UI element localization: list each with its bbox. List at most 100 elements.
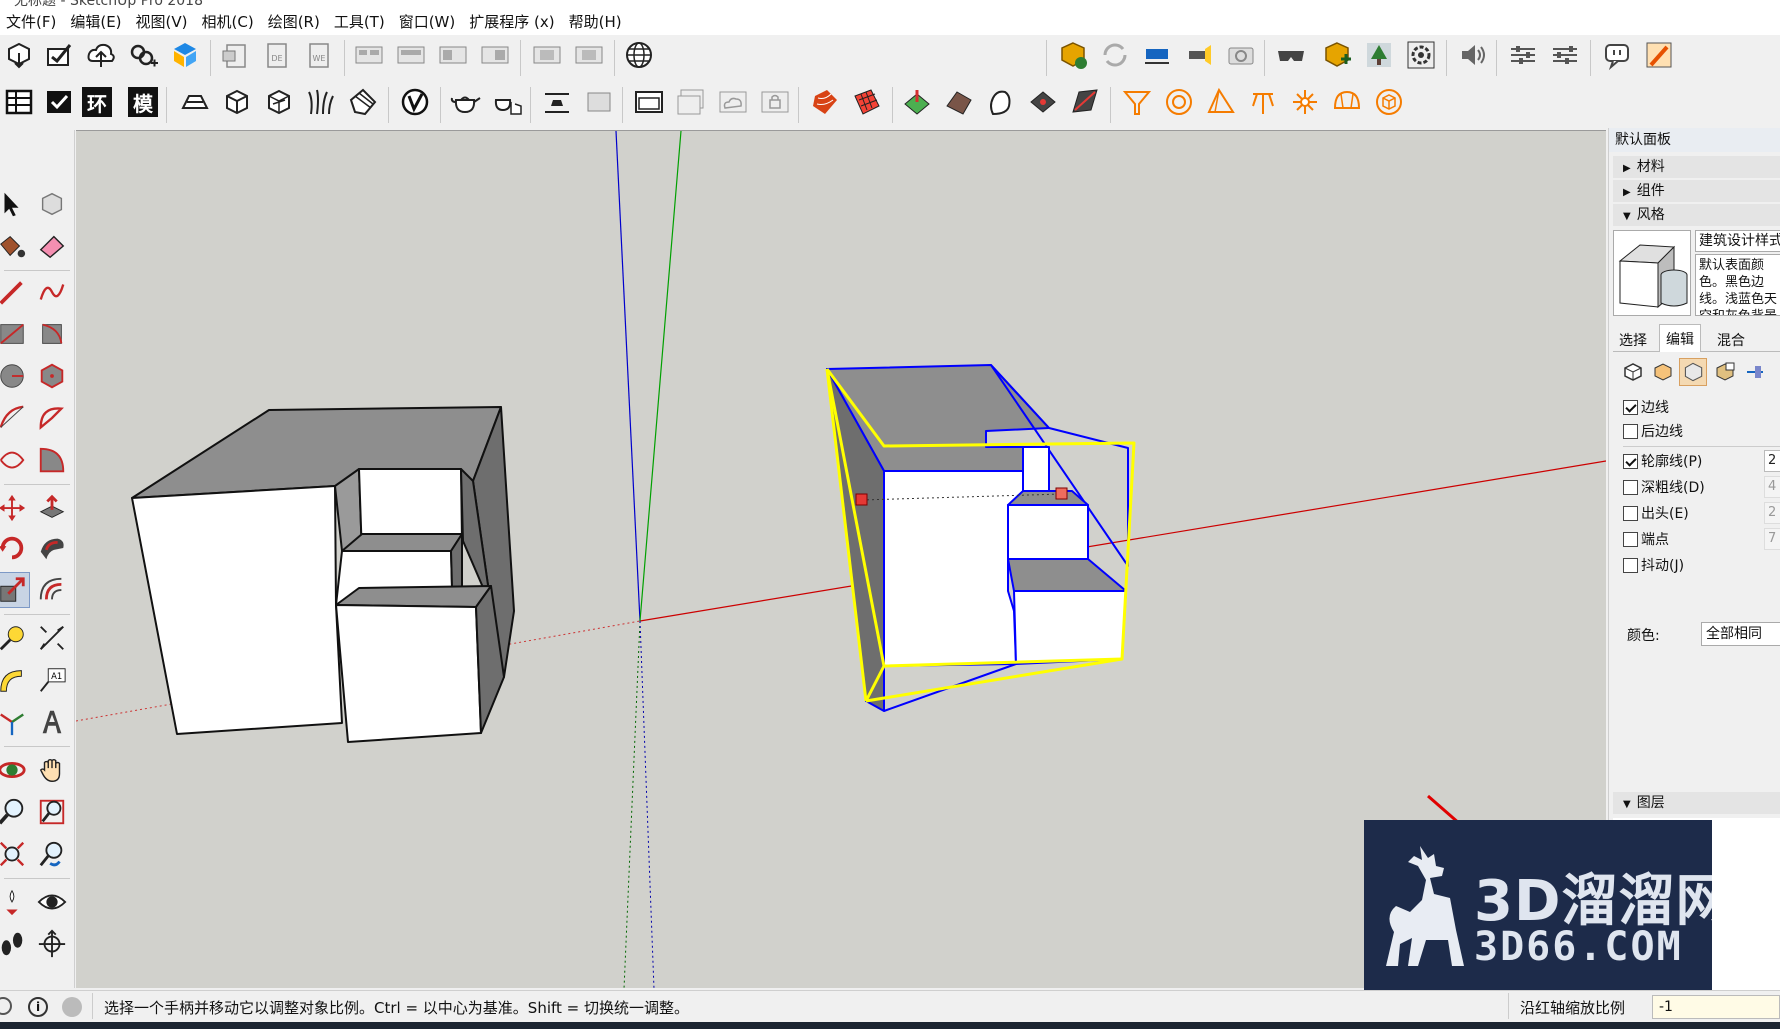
transfer-icon[interactable] bbox=[1138, 36, 1176, 74]
endpoints-checkbox[interactable] bbox=[1623, 531, 1638, 547]
vr-glasses-icon[interactable] bbox=[1272, 36, 1310, 74]
vray-logo-icon[interactable] bbox=[396, 83, 434, 121]
grass-icon[interactable] bbox=[302, 83, 340, 121]
mesh-icon[interactable] bbox=[940, 83, 978, 121]
camera-icon[interactable] bbox=[1222, 36, 1260, 74]
jitter-checkbox[interactable] bbox=[1623, 557, 1638, 573]
profiles-width-input[interactable]: 2 bbox=[1764, 450, 1780, 472]
render-table-icon[interactable] bbox=[538, 83, 576, 121]
extension-checkbox-row[interactable]: 出头(E) bbox=[1623, 502, 1689, 524]
sphere-light-icon[interactable] bbox=[1160, 83, 1198, 121]
fur-icon[interactable] bbox=[1024, 83, 1062, 121]
model-button[interactable]: 模 bbox=[128, 87, 158, 117]
extension-input[interactable]: 2 bbox=[1764, 502, 1780, 524]
right-block-model-selected[interactable] bbox=[825, 364, 1136, 712]
make-component-icon[interactable] bbox=[34, 186, 70, 222]
component-plus-icon[interactable] bbox=[1318, 36, 1356, 74]
edge-color-select[interactable]: 全部相同 bbox=[1701, 622, 1780, 646]
tree-icon[interactable] bbox=[1360, 36, 1398, 74]
select-arrow-icon[interactable] bbox=[0, 186, 30, 222]
spot-light-icon[interactable] bbox=[1118, 83, 1156, 121]
menu-file[interactable]: 文件(F) bbox=[0, 9, 64, 35]
teapot-hand-icon[interactable] bbox=[488, 83, 526, 121]
edges-checkbox-row[interactable]: 边线 bbox=[1623, 396, 1669, 418]
pan-hand-icon[interactable] bbox=[34, 752, 70, 788]
3d-text-icon[interactable] bbox=[34, 704, 70, 740]
profiles-checkbox[interactable] bbox=[1623, 453, 1638, 469]
position-camera-icon[interactable] bbox=[0, 884, 30, 920]
two-point-arc-icon[interactable] bbox=[34, 400, 70, 436]
menu-help[interactable]: 帮助(H) bbox=[563, 9, 630, 35]
flashlight-icon[interactable] bbox=[1180, 36, 1218, 74]
table-icon[interactable] bbox=[0, 83, 38, 121]
dome-light-icon[interactable] bbox=[1328, 83, 1366, 121]
sketchup-logo-icon[interactable] bbox=[1640, 36, 1678, 74]
box-icon[interactable] bbox=[218, 83, 256, 121]
layout-icon-4[interactable] bbox=[476, 36, 514, 74]
back-edges-checkbox[interactable] bbox=[1623, 423, 1638, 439]
menu-edit[interactable]: 编辑(E) bbox=[64, 9, 129, 35]
layout-icon-3[interactable] bbox=[434, 36, 472, 74]
lock-icon[interactable] bbox=[756, 83, 794, 121]
profiles-checkbox-row[interactable]: 轮廓线(P) bbox=[1623, 450, 1702, 472]
tab-mix[interactable]: 混合 bbox=[1717, 330, 1745, 350]
tab-edit[interactable]: 编辑 bbox=[1659, 324, 1701, 352]
zoom-icon[interactable] bbox=[0, 794, 30, 830]
check-validity-icon[interactable] bbox=[40, 36, 78, 74]
geo-status-icon[interactable] bbox=[0, 997, 12, 1015]
frame-copy-icon[interactable] bbox=[672, 83, 710, 121]
endpoints-input[interactable]: 7 bbox=[1764, 528, 1780, 550]
sliders-icon-1[interactable] bbox=[1504, 36, 1542, 74]
menu-tools[interactable]: 工具(T) bbox=[328, 9, 393, 35]
geo-location-icon[interactable] bbox=[620, 36, 658, 74]
proxy-icon[interactable] bbox=[982, 83, 1020, 121]
move-icon[interactable] bbox=[0, 490, 30, 526]
depth-cue-input[interactable]: 4 bbox=[1764, 476, 1780, 498]
omni-light-icon[interactable] bbox=[1286, 83, 1324, 121]
orbit-icon[interactable] bbox=[0, 752, 30, 788]
scale-icon[interactable] bbox=[0, 572, 30, 608]
edges-checkbox[interactable] bbox=[1623, 399, 1638, 415]
frame-buffer-icon[interactable] bbox=[630, 83, 668, 121]
menu-camera[interactable]: 相机(C) bbox=[196, 9, 262, 35]
sliders-icon-2[interactable] bbox=[1546, 36, 1584, 74]
background-settings-icon[interactable] bbox=[1679, 358, 1707, 386]
face-settings-icon[interactable] bbox=[1651, 360, 1675, 384]
style-name-field[interactable]: 建筑设计样式 bbox=[1695, 230, 1780, 252]
upload-cloud-icon[interactable] bbox=[82, 36, 120, 74]
ies-light-icon[interactable] bbox=[1244, 83, 1282, 121]
push-pull-icon[interactable] bbox=[34, 490, 70, 526]
three-point-arc-icon[interactable] bbox=[0, 442, 30, 478]
rotate-icon[interactable] bbox=[0, 530, 30, 566]
pencil-line-icon[interactable] bbox=[0, 274, 30, 310]
model-info-icon[interactable] bbox=[0, 36, 38, 74]
modeling-settings-icon[interactable] bbox=[1743, 360, 1767, 384]
rect-light-icon[interactable] bbox=[1202, 83, 1240, 121]
depth-cue-checkbox-row[interactable]: 深粗线(D) bbox=[1623, 476, 1705, 498]
materials-section-header[interactable]: ▶ 材料 bbox=[1613, 156, 1780, 178]
follow-me-icon[interactable] bbox=[34, 530, 70, 566]
rotated-rectangle-icon[interactable] bbox=[34, 316, 70, 352]
info-icon[interactable]: i bbox=[28, 997, 48, 1017]
plane-icon[interactable] bbox=[1066, 83, 1104, 121]
menu-window[interactable]: 窗口(W) bbox=[393, 9, 464, 35]
tab-select[interactable]: 选择 bbox=[1619, 330, 1647, 350]
refresh-icon[interactable] bbox=[1096, 36, 1134, 74]
import-icon[interactable] bbox=[216, 36, 254, 74]
depth-cue-checkbox[interactable] bbox=[1623, 479, 1638, 495]
layout-icon-2[interactable] bbox=[392, 36, 430, 74]
eraser-soft-icon[interactable] bbox=[344, 83, 382, 121]
section-plane-tool-icon[interactable] bbox=[34, 926, 70, 962]
cloud-render-icon[interactable] bbox=[714, 83, 752, 121]
text-label-icon[interactable]: A1 bbox=[34, 662, 70, 698]
user-avatar-icon[interactable] bbox=[62, 997, 82, 1017]
material-brick-icon[interactable] bbox=[806, 83, 844, 121]
zoom-extents-icon[interactable] bbox=[0, 836, 30, 872]
look-around-eye-icon[interactable] bbox=[34, 884, 70, 920]
walk-footprints-icon[interactable] bbox=[0, 926, 30, 962]
message-icon[interactable] bbox=[1598, 36, 1636, 74]
terrain-icon[interactable] bbox=[898, 83, 936, 121]
watermark-settings-icon[interactable] bbox=[1713, 360, 1737, 384]
arc-icon[interactable] bbox=[0, 400, 30, 436]
extension-warehouse-icon[interactable] bbox=[166, 36, 204, 74]
